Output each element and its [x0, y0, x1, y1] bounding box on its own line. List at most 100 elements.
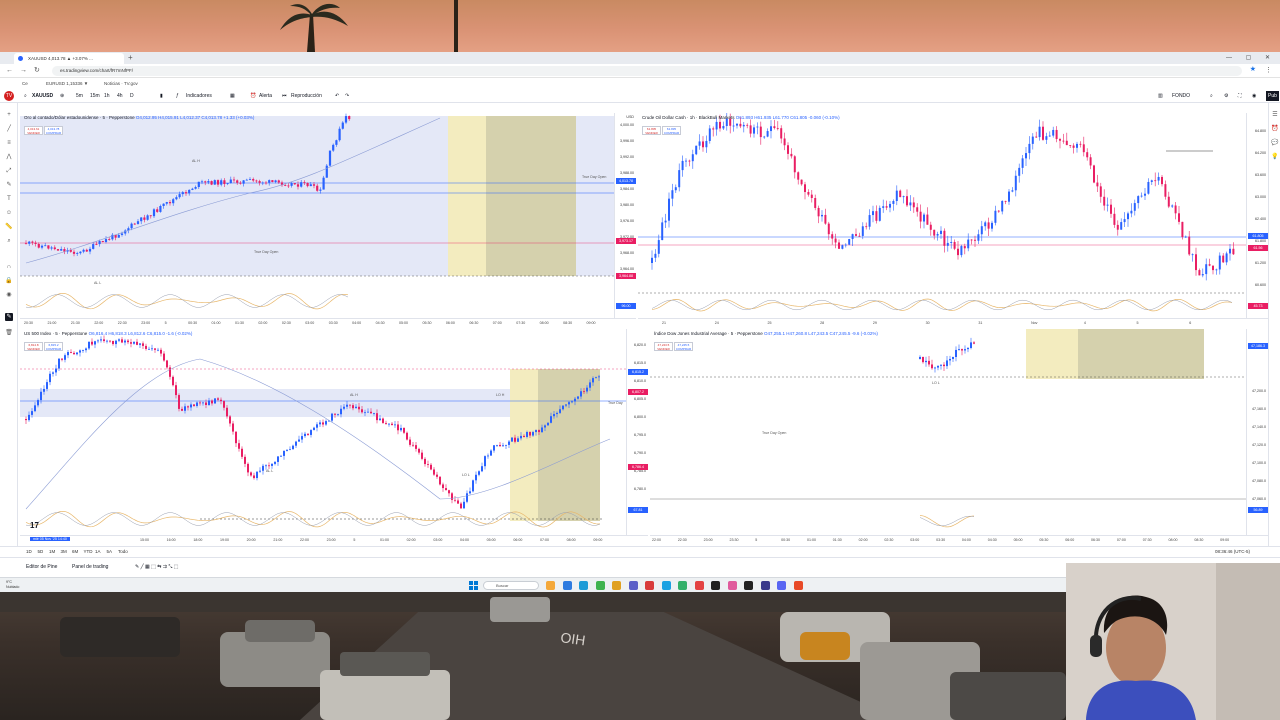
crosshair-icon[interactable]: +: [5, 111, 13, 119]
crude-chart-pane[interactable]: Crude Oil Dollar Cash · 1h · BlackBull M…: [638, 113, 1268, 327]
indicators-button[interactable]: Indicadores: [186, 91, 212, 101]
dow-price-axis[interactable]: 47,200.0 47,160.0 47,140.0 47,120.0 47,100.0…: [1246, 329, 1268, 544]
crude-sell-button[interactable]: 61.805 VENDER: [642, 126, 661, 135]
gold-time-axis[interactable]: 20:30 21:00 21:30 22:00 22:30 23:00 5 00:30 01:0…: [20, 318, 636, 327]
taskbar-app-icon[interactable]: [645, 581, 654, 590]
taskbar-app-icon[interactable]: [694, 581, 704, 590]
taskbar-app-icon[interactable]: [579, 581, 588, 590]
windows-start-icon[interactable]: [469, 581, 478, 590]
text-icon[interactable]: T: [5, 195, 13, 203]
crude-price-axis[interactable]: 64.800 64.200 63.600 63.000 62.400 61.800 61.2…: [1246, 113, 1268, 327]
clock-display[interactable]: 08:36:46 (UTC-5): [1215, 549, 1250, 554]
symbol-button[interactable]: XAUUSD: [32, 91, 53, 101]
bookmark-star-icon[interactable]: ★: [1250, 65, 1256, 73]
dow-chart-pane[interactable]: Índice Dow Jones Industrial Average · 5 …: [650, 329, 1268, 544]
taskbar-app-icon[interactable]: [777, 581, 786, 590]
interval-5m[interactable]: 5m: [76, 91, 83, 101]
gold-price-axis[interactable]: USD 4,000.00 3,996.00 3,992.00 3,988.00 3,98…: [614, 113, 636, 327]
interval-4h[interactable]: 4h: [117, 91, 123, 101]
dow-price-plot[interactable]: [650, 329, 1268, 544]
new-tab-button[interactable]: +: [128, 53, 133, 63]
url-input[interactable]: es.tradingview.com/chart/fR7mNfPF/: [52, 66, 1242, 76]
taskbar-app-icon[interactable]: [595, 581, 605, 590]
undo-icon[interactable]: ↶: [335, 91, 339, 101]
dow-sell-button[interactable]: 47,243.5 VENDER: [654, 342, 673, 351]
ideas-icon[interactable]: 💡: [1271, 153, 1279, 161]
taskbar-app-icon[interactable]: [612, 581, 621, 590]
back-icon[interactable]: ←: [6, 66, 13, 76]
range-button[interactable]: 6M: [72, 549, 78, 554]
chat-icon[interactable]: 💬: [1271, 139, 1279, 147]
browser-tab[interactable]: XAUUSD 4,013.78 ▲ +3.07% ...: [14, 53, 124, 64]
spx-sell-button[interactable]: 6,814.8 VENDER: [24, 342, 43, 351]
taskbar-app-icon[interactable]: [793, 581, 803, 590]
lock-icon[interactable]: 🔒: [5, 277, 13, 285]
range-button[interactable]: 5A: [107, 549, 113, 554]
bookmark-item[interactable]: Noticias · TV.gov: [104, 79, 138, 89]
drawing-tools-strip[interactable]: ✎ ╱ ▦ ⬚ ⇆ ⇉ ⤡ ⬚: [135, 564, 178, 570]
gold-price-plot[interactable]: [20, 113, 636, 327]
dow-time-axis[interactable]: 22:00 22:30 23:00 23:30 5 00:30 01:00 01:30 02:0…: [650, 535, 1268, 544]
interval-1h[interactable]: 1h: [104, 91, 110, 101]
replay-button[interactable]: Reproducción: [291, 91, 322, 101]
crude-time-axis[interactable]: 21 24 25 28 29 30 31 Nov 4 5 6: [638, 318, 1268, 327]
trading-panel-tab[interactable]: Panel de trading: [72, 564, 108, 570]
crude-price-plot[interactable]: [638, 113, 1268, 327]
spx-buy-button[interactable]: 6,815.2 COMPRAR: [44, 342, 63, 351]
brush-icon[interactable]: ✎: [5, 181, 13, 189]
layout-name-button[interactable]: FONDO: [1172, 91, 1190, 101]
range-button[interactable]: 1A: [95, 549, 101, 554]
taskbar-app-icon[interactable]: [562, 581, 572, 590]
search-icon[interactable]: ⌕: [1210, 91, 1213, 101]
ruler-icon[interactable]: 📏: [5, 223, 13, 231]
tradingview-logo[interactable]: TV: [4, 91, 14, 101]
interval-15m[interactable]: 15m: [90, 91, 100, 101]
window-controls[interactable]: — ▢ ✕: [1226, 52, 1276, 64]
pattern-icon[interactable]: ⋀: [5, 153, 13, 161]
taskbar-app-icon[interactable]: [661, 581, 671, 590]
range-button[interactable]: 3M: [61, 549, 67, 554]
forward-icon[interactable]: →: [20, 66, 27, 76]
taskbar-search-input[interactable]: Buscar: [483, 581, 539, 590]
spx-time-axis[interactable]: mié 05 Nov '25 14:40 15:00 16:00 18:00 19:0…: [20, 535, 648, 544]
crude-buy-button[interactable]: 61.835 COMPRAR: [662, 126, 681, 135]
spx-price-plot[interactable]: [20, 329, 648, 544]
fullscreen-icon[interactable]: ⛶: [1238, 91, 1242, 101]
layout-icon[interactable]: ▦: [230, 91, 235, 101]
range-button[interactable]: YTD: [84, 549, 93, 554]
magnet-icon[interactable]: ∩: [5, 263, 13, 271]
taskbar-app-icon[interactable]: [727, 581, 737, 590]
measure-icon[interactable]: ⤢: [5, 167, 13, 175]
taskbar-app-icon[interactable]: [628, 581, 638, 590]
taskbar-app-icon[interactable]: [744, 581, 753, 590]
camera-icon[interactable]: ◉: [1252, 91, 1256, 101]
alerts-icon[interactable]: ⏰: [1271, 125, 1279, 133]
alert-button[interactable]: Alerta: [259, 91, 272, 101]
bookmark-item[interactable]: EURUSD 1,15336 ▼: [46, 79, 88, 89]
range-button[interactable]: 1D: [26, 549, 32, 554]
watchlist-icon[interactable]: ☰: [1271, 111, 1279, 119]
spx-price-axis[interactable]: 6,820.0 6,815.0 6,810.0 6,805.0 6,800.0 6,795…: [626, 329, 648, 544]
trash-icon[interactable]: 🗑: [5, 329, 13, 337]
taskbar-app-icon[interactable]: [760, 581, 770, 590]
gold-chart-pane[interactable]: Oro al contado/Dólar estadounidense · 5 …: [20, 113, 636, 327]
spx-chart-pane[interactable]: US 500 Index · 5 · Pepperstone O6,816.4 …: [20, 329, 648, 544]
reload-icon[interactable]: ↻: [34, 66, 40, 76]
eye-icon[interactable]: ◉: [5, 291, 13, 299]
zoom-icon[interactable]: ⌕: [5, 237, 13, 245]
range-button[interactable]: 1M: [49, 549, 55, 554]
dow-buy-button[interactable]: 47,245.5 COMPRAR: [674, 342, 693, 351]
multi-layout-icon[interactable]: ▥: [1158, 91, 1163, 101]
taskbar-app-icon[interactable]: [546, 581, 555, 590]
settings-icon[interactable]: ⚙: [1224, 91, 1228, 101]
emoji-icon[interactable]: ☺: [5, 209, 13, 217]
gold-buy-button[interactable]: 4,013.78 COMPRAR: [44, 126, 63, 135]
range-button[interactable]: 5D: [38, 549, 44, 554]
trendline-icon[interactable]: ╱: [5, 125, 13, 133]
redo-icon[interactable]: ↷: [345, 91, 349, 101]
add-symbol-icon[interactable]: ⊕: [60, 91, 64, 101]
candle-type-icon[interactable]: ▮: [160, 91, 163, 101]
bookmark-item[interactable]: Ce: [22, 79, 28, 89]
pine-editor-tab[interactable]: Editor de Pine: [26, 564, 57, 570]
taskbar-app-icon[interactable]: [711, 581, 720, 590]
